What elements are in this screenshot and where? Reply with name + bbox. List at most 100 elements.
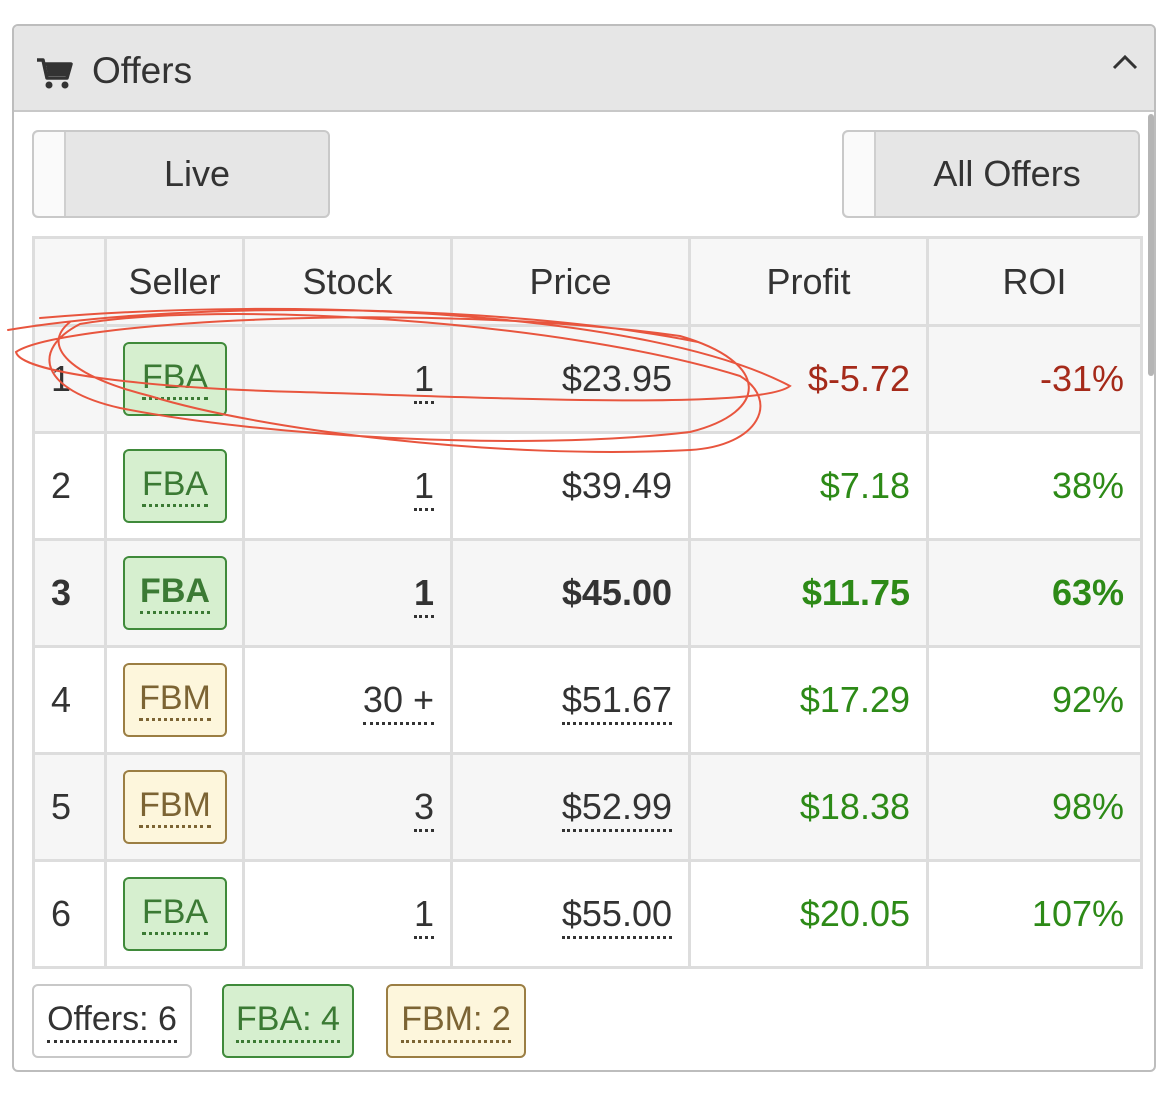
column-header-seller[interactable]: Seller — [104, 236, 245, 327]
stock-cell: 1 — [242, 859, 453, 969]
stock-cell-value[interactable]: 1 — [413, 572, 434, 618]
chevron-up-icon[interactable] — [1110, 50, 1140, 74]
fbm-badge[interactable]: FBM — [123, 770, 227, 844]
table-header-row: Seller Stock Price Profit ROI — [32, 236, 1143, 327]
seller-cell: FBA — [104, 324, 245, 434]
stock-cell-value[interactable]: 3 — [413, 786, 434, 832]
column-header-profit[interactable]: Profit — [688, 236, 929, 327]
fbm-count-badge[interactable]: FBM: 2 — [386, 984, 526, 1058]
stock-cell-value[interactable]: 30 + — [362, 679, 434, 725]
stock-cell: 1 — [242, 431, 453, 541]
row-number: 6 — [32, 859, 107, 969]
seller-cell: FBM — [104, 752, 245, 862]
price-cell: $39.49 — [450, 431, 691, 541]
table-row[interactable]: 3 FBA 1 $45.00 $11.75 63% — [32, 538, 1143, 648]
roi-cell-value: 107% — [1031, 893, 1124, 934]
all-offers-toggle-label: All Offers — [933, 153, 1081, 194]
offers-table: Seller Stock Price Profit ROI 1 FBA 1 $23.9… — [32, 236, 1143, 969]
stock-cell-value[interactable]: 1 — [413, 465, 434, 511]
scrollbar-thumb[interactable] — [1148, 114, 1154, 376]
offers-panel: Offers Live All Offers Seller Stock Pric… — [12, 24, 1156, 1072]
profit-cell-value: $20.05 — [799, 893, 910, 934]
profit-cell: $11.75 — [688, 538, 929, 648]
roi-cell: 38% — [926, 431, 1143, 541]
fba-count-label: FBA: 4 — [236, 1000, 340, 1043]
row-number-value: 2 — [51, 465, 72, 506]
price-cell: $55.00 — [450, 859, 691, 969]
offers-count-badge[interactable]: Offers: 6 — [32, 984, 192, 1058]
row-number-value: 5 — [51, 786, 72, 827]
seller-label: FBM — [139, 786, 211, 828]
column-header-stock[interactable]: Stock — [242, 236, 453, 327]
all-offers-toggle[interactable]: All Offers — [842, 130, 1140, 218]
price-cell-value[interactable]: $52.99 — [561, 786, 672, 832]
price-cell: $51.67 — [450, 645, 691, 755]
roi-cell: -31% — [926, 324, 1143, 434]
roi-cell: 63% — [926, 538, 1143, 648]
seller-label: FBA — [140, 572, 210, 614]
profit-cell-value: $11.75 — [801, 572, 910, 613]
table-row[interactable]: 4 FBM 30 + $51.67 $17.29 92% — [32, 645, 1143, 755]
row-number-value: 1 — [51, 358, 72, 399]
roi-cell: 98% — [926, 752, 1143, 862]
panel-title: Offers — [92, 50, 193, 91]
seller-label: FBA — [141, 465, 209, 507]
price-cell: $23.95 — [450, 324, 691, 434]
price-cell-value: $45.00 — [561, 572, 672, 613]
seller-label: FBA — [141, 893, 209, 935]
offers-count-label: Offers: 6 — [47, 1000, 177, 1043]
fba-badge[interactable]: FBA — [123, 556, 227, 630]
profit-cell: $18.38 — [688, 752, 929, 862]
seller-cell: FBA — [104, 538, 245, 648]
column-header-num — [32, 236, 107, 327]
cart-icon — [37, 58, 73, 89]
column-header-roi[interactable]: ROI — [926, 236, 1143, 327]
profit-cell: $-5.72 — [688, 324, 929, 434]
seller-cell: FBA — [104, 859, 245, 969]
stock-cell-value[interactable]: 1 — [413, 358, 434, 404]
stock-cell: 1 — [242, 324, 453, 434]
toggle-knob — [34, 132, 66, 216]
row-number: 2 — [32, 431, 107, 541]
profit-cell-value: $-5.72 — [807, 358, 910, 399]
toggle-knob — [844, 132, 876, 216]
table-row[interactable]: 2 FBA 1 $39.49 $7.18 38% — [32, 431, 1143, 541]
roi-cell-value: 98% — [1051, 786, 1124, 827]
profit-cell: $7.18 — [688, 431, 929, 541]
row-number-value: 6 — [51, 893, 72, 934]
price-cell-value[interactable]: $51.67 — [561, 679, 672, 725]
profit-cell-value: $18.38 — [799, 786, 910, 827]
seller-label: FBM — [139, 679, 211, 721]
column-header-price[interactable]: Price — [450, 236, 691, 327]
roi-cell-value: -31% — [1039, 358, 1124, 399]
price-cell: $52.99 — [450, 752, 691, 862]
fba-badge[interactable]: FBA — [123, 449, 227, 523]
live-toggle[interactable]: Live — [32, 130, 330, 218]
fba-count-badge[interactable]: FBA: 4 — [222, 984, 354, 1058]
row-number: 5 — [32, 752, 107, 862]
fba-badge[interactable]: FBA — [123, 342, 227, 416]
row-number: 4 — [32, 645, 107, 755]
row-number-value: 4 — [51, 679, 72, 720]
row-number: 3 — [32, 538, 107, 648]
stock-cell: 30 + — [242, 645, 453, 755]
price-cell-value[interactable]: $55.00 — [561, 893, 672, 939]
seller-cell: FBM — [104, 645, 245, 755]
stock-cell-value[interactable]: 1 — [413, 893, 434, 939]
fba-badge[interactable]: FBA — [123, 877, 227, 951]
table-row[interactable]: 1 FBA 1 $23.95 $-5.72 -31% — [32, 324, 1143, 434]
row-number: 1 — [32, 324, 107, 434]
panel-header[interactable]: Offers — [14, 26, 1154, 112]
row-number-value: 3 — [51, 572, 72, 613]
fbm-count-label: FBM: 2 — [401, 1000, 511, 1043]
stock-cell: 3 — [242, 752, 453, 862]
live-toggle-label: Live — [163, 153, 231, 194]
roi-cell: 107% — [926, 859, 1143, 969]
seller-label: FBA — [141, 358, 209, 400]
table-row[interactable]: 5 FBM 3 $52.99 $18.38 98% — [32, 752, 1143, 862]
fbm-badge[interactable]: FBM — [123, 663, 227, 737]
profit-cell: $20.05 — [688, 859, 929, 969]
table-row[interactable]: 6 FBA 1 $55.00 $20.05 107% — [32, 859, 1143, 969]
roi-cell-value: 38% — [1051, 465, 1124, 506]
roi-cell: 92% — [926, 645, 1143, 755]
